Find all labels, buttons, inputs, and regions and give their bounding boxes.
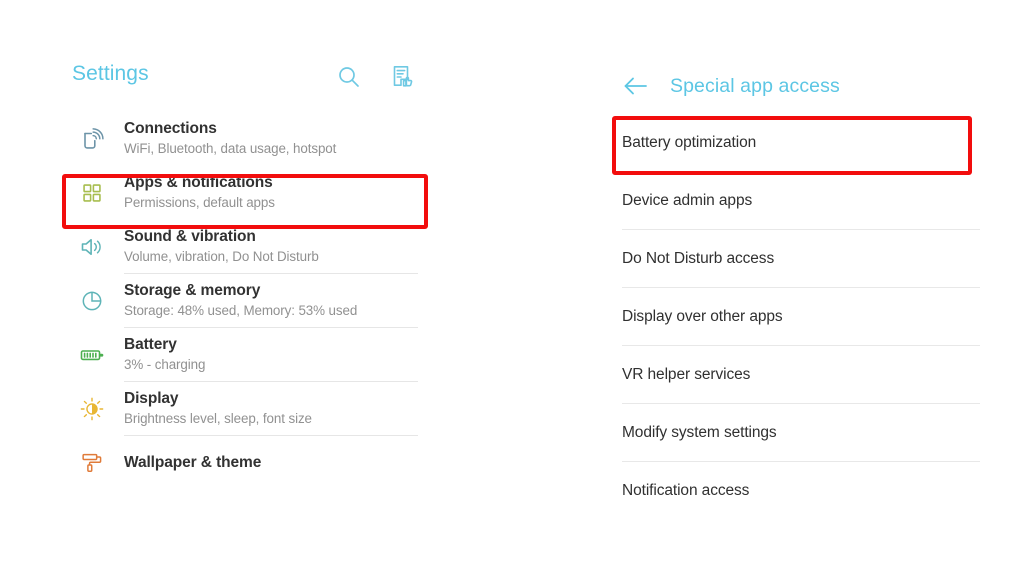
saa-item-label: Battery optimization [622, 134, 757, 151]
saa-item-modify-system-settings[interactable]: Modify system settings [612, 404, 984, 462]
page-title: Settings [72, 62, 149, 85]
settings-item-title: Display [124, 390, 179, 407]
saa-item-vr-helper-services[interactable]: VR helper services [612, 346, 984, 404]
settings-item-subtitle: WiFi, Bluetooth, data usage, hotspot [124, 141, 337, 156]
settings-screenshot: Settings Connections WiFi, Bluetooth, da… [0, 0, 1024, 576]
saa-item-label: VR helper services [622, 366, 751, 383]
saa-item-label: Display over other apps [622, 308, 783, 325]
settings-item-text: Display Brightness level, sleep, font si… [112, 389, 432, 428]
settings-panel: Settings Connections WiFi, Bluetooth, da… [62, 58, 432, 538]
special-app-access-panel: Special app access Battery optimization … [612, 58, 984, 548]
search-icon[interactable] [336, 64, 362, 90]
speaker-volume-icon [72, 232, 112, 262]
settings-item-connections[interactable]: Connections WiFi, Bluetooth, data usage,… [62, 112, 432, 166]
settings-item-battery[interactable]: Battery 3% - charging [62, 328, 432, 382]
settings-item-subtitle: Volume, vibration, Do Not Disturb [124, 249, 319, 264]
brightness-sun-icon [72, 395, 112, 423]
saa-item-do-not-disturb-access[interactable]: Do Not Disturb access [612, 230, 984, 288]
phone-wifi-signal-icon [72, 124, 112, 154]
settings-item-subtitle: Storage: 48% used, Memory: 53% used [124, 303, 358, 318]
settings-item-display[interactable]: Display Brightness level, sleep, font si… [62, 382, 432, 436]
settings-item-sound-vibration[interactable]: Sound & vibration Volume, vibration, Do … [62, 220, 432, 274]
settings-item-title: Wallpaper & theme [124, 454, 262, 471]
page-title: Special app access [670, 74, 840, 97]
saa-item-device-admin-apps[interactable]: Device admin apps [612, 172, 984, 230]
settings-item-title: Battery [124, 336, 177, 353]
settings-item-title: Apps & notifications [124, 174, 273, 191]
saa-item-battery-optimization[interactable]: Battery optimization [612, 114, 984, 172]
settings-item-text: Apps & notifications Permissions, defaul… [112, 173, 432, 212]
settings-item-title: Storage & memory [124, 282, 261, 299]
pie-chart-storage-icon [72, 287, 112, 315]
saa-item-notification-access[interactable]: Notification access [612, 462, 984, 520]
saa-item-label: Notification access [622, 482, 750, 499]
settings-item-text: Wallpaper & theme [112, 453, 432, 472]
four-squares-apps-icon [72, 179, 112, 207]
settings-item-title: Sound & vibration [124, 228, 256, 245]
settings-item-subtitle: Brightness level, sleep, font size [124, 411, 312, 426]
settings-item-apps-notifications[interactable]: Apps & notifications Permissions, defaul… [62, 166, 432, 220]
settings-header: Settings [62, 58, 432, 110]
settings-item-text: Battery 3% - charging [112, 335, 432, 374]
special-app-access-list: Battery optimization Device admin apps D… [612, 114, 984, 520]
saa-item-label: Modify system settings [622, 424, 777, 441]
settings-item-subtitle: Permissions, default apps [124, 195, 275, 210]
back-arrow-icon[interactable] [622, 72, 650, 100]
settings-item-subtitle: 3% - charging [124, 357, 206, 372]
header-actions [336, 64, 416, 90]
special-app-access-header: Special app access [612, 58, 984, 114]
paint-roller-icon [72, 449, 112, 477]
saa-item-label: Device admin apps [622, 192, 753, 209]
settings-item-wallpaper-theme[interactable]: Wallpaper & theme [62, 436, 432, 490]
settings-item-text: Sound & vibration Volume, vibration, Do … [112, 227, 432, 266]
feedback-document-thumbsup-icon[interactable] [390, 64, 416, 90]
saa-item-label: Do Not Disturb access [622, 250, 775, 267]
settings-list: Connections WiFi, Bluetooth, data usage,… [62, 112, 432, 490]
settings-item-text: Storage & memory Storage: 48% used, Memo… [112, 281, 432, 320]
saa-item-display-over-other-apps[interactable]: Display over other apps [612, 288, 984, 346]
battery-icon [72, 340, 112, 370]
settings-item-text: Connections WiFi, Bluetooth, data usage,… [112, 119, 432, 158]
settings-item-storage-memory[interactable]: Storage & memory Storage: 48% used, Memo… [62, 274, 432, 328]
settings-item-title: Connections [124, 120, 217, 137]
